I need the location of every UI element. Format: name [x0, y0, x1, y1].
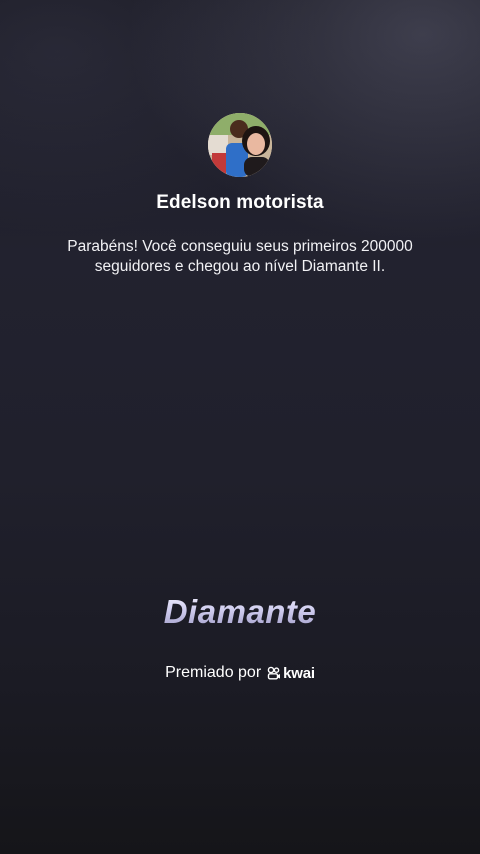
avatar[interactable] — [208, 113, 272, 177]
kwai-brand: kwai — [267, 665, 315, 682]
profile-photo-icon — [208, 113, 272, 177]
level-title: Diamante — [0, 593, 480, 631]
awarded-by: Premiado por kwai — [0, 664, 480, 682]
achievement-message: Parabéns! Você conseguiu seus primeiros … — [67, 238, 413, 275]
username: Edelson motorista — [156, 192, 324, 213]
kwai-brand-name: kwai — [283, 664, 315, 682]
achievement-screen: Edelson motorista Parabéns! Você consegu… — [0, 0, 480, 854]
kwai-logo-icon — [267, 666, 281, 680]
awarded-by-label: Premiado por — [165, 664, 262, 681]
